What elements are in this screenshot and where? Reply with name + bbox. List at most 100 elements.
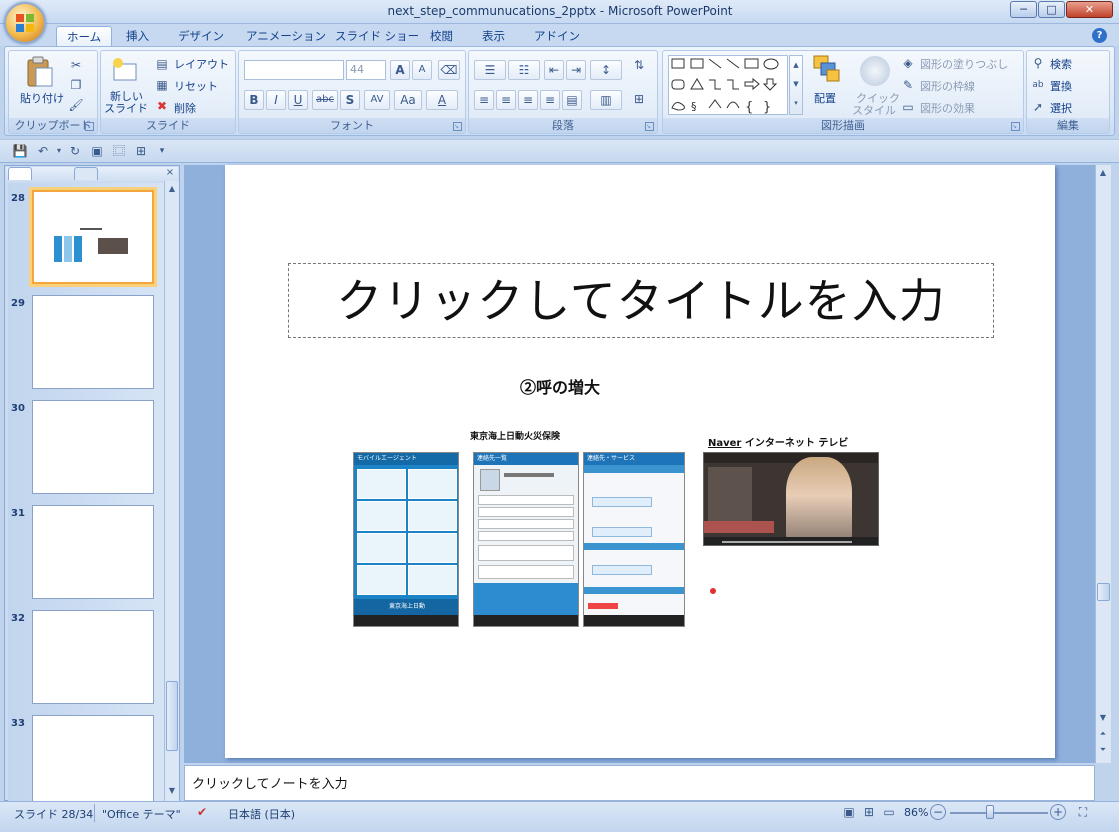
title-placeholder[interactable]: クリックしてタイトルを入力 bbox=[288, 263, 994, 338]
tab-design[interactable]: デザイン bbox=[168, 26, 234, 47]
outline-tab-icon[interactable] bbox=[74, 167, 98, 180]
cut-icon[interactable]: ✂ bbox=[68, 56, 84, 74]
zoom-in-icon[interactable]: + bbox=[1050, 804, 1066, 820]
layout-button[interactable]: レイアウト bbox=[174, 56, 229, 72]
quick-style-icon[interactable] bbox=[860, 56, 890, 86]
slide-sorter-icon[interactable]: ⊞ bbox=[860, 803, 878, 821]
zoom-slider-track[interactable] bbox=[950, 812, 1048, 814]
bullets-icon[interactable]: ☰ bbox=[474, 60, 506, 80]
theme-name[interactable]: "Office テーマ" bbox=[102, 806, 181, 822]
close-panel-icon[interactable]: × bbox=[164, 164, 176, 182]
slide-thumbnail-31[interactable] bbox=[32, 505, 154, 599]
numbering-icon[interactable]: ☷ bbox=[508, 60, 540, 80]
italic-button[interactable]: I bbox=[266, 90, 286, 110]
caption-naver-tv[interactable]: Naver インターネット テレビ bbox=[708, 434, 848, 449]
scroll-up-icon[interactable]: ▲ bbox=[165, 181, 179, 197]
columns-icon[interactable]: ▥ bbox=[590, 90, 622, 110]
spellcheck-icon[interactable]: ✔ bbox=[193, 803, 211, 821]
new-slide-icon[interactable] bbox=[110, 56, 138, 84]
dialog-launcher-icon[interactable]: ↘ bbox=[453, 122, 462, 131]
paste-icon[interactable] bbox=[24, 56, 54, 88]
caption-tokio-marine[interactable]: 東京海上日動火災保険 bbox=[470, 429, 560, 442]
shapes-gallery-scroll[interactable]: ▲ ▼ ▾ bbox=[789, 55, 803, 115]
font-name-combo[interactable] bbox=[244, 60, 344, 80]
redo-icon[interactable]: ↻ bbox=[66, 142, 84, 160]
help-icon[interactable]: ? bbox=[1092, 28, 1107, 43]
format-painter-icon[interactable]: 🖌 bbox=[68, 96, 84, 114]
clear-format-icon[interactable]: ⌫ bbox=[438, 60, 460, 80]
undo-dropdown-icon[interactable]: ▾ bbox=[54, 142, 64, 160]
align-right-icon[interactable]: ≡ bbox=[518, 90, 538, 110]
slide-subheading[interactable]: ②呼の増大 bbox=[520, 374, 630, 398]
language-indicator[interactable]: 日本語 (日本) bbox=[228, 806, 295, 822]
dialog-launcher-icon[interactable]: ↘ bbox=[1011, 122, 1020, 131]
smartart-icon[interactable]: ⊞ bbox=[626, 90, 652, 108]
paste-button[interactable]: 貼り付け bbox=[20, 90, 64, 106]
arrange-button[interactable]: 配置 bbox=[814, 90, 836, 106]
justify-icon[interactable]: ≡ bbox=[540, 90, 560, 110]
underline-button[interactable]: U bbox=[288, 90, 308, 110]
line-spacing-icon[interactable]: ↕ bbox=[590, 60, 622, 80]
normal-view-icon[interactable]: ▣ bbox=[840, 803, 858, 821]
bold-button[interactable]: B bbox=[244, 90, 264, 110]
zoom-out-icon[interactable]: − bbox=[930, 804, 946, 820]
notes-placeholder[interactable]: クリックしてノートを入力 bbox=[192, 773, 348, 792]
fit-to-window-icon[interactable]: ⛶ bbox=[1074, 803, 1092, 821]
slide-thumbnail-28[interactable] bbox=[32, 190, 154, 284]
arrange-icon[interactable] bbox=[812, 54, 842, 84]
slide-scrollbar[interactable]: ▲ ▼ ⏶ ⏷ bbox=[1095, 165, 1111, 763]
next-slide-icon[interactable]: ⏷ bbox=[1096, 742, 1110, 758]
scroll-down-icon[interactable]: ▼ bbox=[165, 783, 179, 799]
shapes-gallery[interactable]: § {} bbox=[668, 55, 788, 115]
app-screenshot-3[interactable]: 連絡先・サービス bbox=[583, 452, 685, 627]
shrink-font-button[interactable]: A bbox=[412, 60, 432, 80]
scroll-down-icon[interactable]: ▼ bbox=[1096, 710, 1110, 726]
office-button[interactable] bbox=[4, 2, 46, 44]
maximize-button[interactable]: □ bbox=[1038, 1, 1065, 18]
video-screenshot[interactable] bbox=[703, 452, 879, 546]
shape-outline-button[interactable]: 図形の枠線 bbox=[920, 78, 975, 94]
dialog-launcher-icon[interactable]: ↘ bbox=[645, 122, 654, 131]
find-button[interactable]: 検索 bbox=[1050, 56, 1072, 72]
save-icon[interactable]: 💾 bbox=[12, 142, 28, 160]
replace-button[interactable]: 置換 bbox=[1050, 78, 1072, 94]
tab-view[interactable]: 表示 bbox=[472, 26, 515, 47]
previous-slide-icon[interactable]: ⏶ bbox=[1096, 726, 1110, 742]
customize-qat-icon[interactable]: ▾ bbox=[156, 142, 168, 160]
reset-button[interactable]: リセット bbox=[174, 78, 218, 94]
group-objects-icon[interactable]: ⿴ bbox=[110, 142, 128, 160]
text-direction-icon[interactable]: ⇅ bbox=[626, 56, 652, 74]
tab-insert[interactable]: 挿入 bbox=[116, 26, 159, 47]
tab-addins[interactable]: アドイン bbox=[524, 26, 590, 47]
scroll-thumb[interactable] bbox=[166, 681, 178, 751]
app-screenshot-2[interactable]: 連絡先一覧 bbox=[473, 452, 579, 627]
tab-home[interactable]: ホーム bbox=[56, 26, 113, 47]
delete-button[interactable]: 削除 bbox=[174, 100, 196, 116]
font-size-combo[interactable]: 44 bbox=[346, 60, 386, 80]
slide-thumbnail-30[interactable] bbox=[32, 400, 154, 494]
font-color-button[interactable]: A bbox=[426, 90, 458, 110]
shape-effects-button[interactable]: 図形の効果 bbox=[920, 100, 975, 116]
zoom-level[interactable]: 86% bbox=[904, 806, 928, 819]
strikethrough-button[interactable]: abc bbox=[312, 90, 338, 110]
dialog-launcher-icon[interactable]: ↘ bbox=[85, 122, 94, 131]
change-case-button[interactable]: Aa bbox=[394, 90, 422, 110]
align-center-icon[interactable]: ≡ bbox=[496, 90, 516, 110]
quick-style-label-2[interactable]: スタイル bbox=[852, 102, 896, 118]
decrease-indent-icon[interactable]: ⇤ bbox=[544, 60, 564, 80]
thumbnail-scrollbar[interactable]: ▲ ▼ bbox=[164, 181, 179, 801]
align-left-icon[interactable]: ≡ bbox=[474, 90, 494, 110]
align-objects-icon[interactable]: ⊞ bbox=[132, 142, 150, 160]
slideshow-view-icon[interactable]: ▭ bbox=[880, 803, 898, 821]
slide-thumbnail-32[interactable] bbox=[32, 610, 154, 704]
tab-animation[interactable]: アニメーション bbox=[236, 26, 336, 47]
zoom-slider-thumb[interactable] bbox=[986, 805, 994, 819]
new-slide-label-2[interactable]: スライド bbox=[104, 100, 148, 116]
close-button[interactable]: ✕ bbox=[1066, 1, 1113, 18]
select-button[interactable]: 選択 bbox=[1050, 100, 1072, 116]
app-screenshot-1[interactable]: モバイルエージェント 東京海上日動 bbox=[353, 452, 459, 627]
tab-review[interactable]: 校閲 bbox=[420, 26, 463, 47]
shadow-button[interactable]: S bbox=[340, 90, 360, 110]
copy-icon[interactable]: ❐ bbox=[68, 76, 84, 94]
scroll-up-icon[interactable]: ▲ bbox=[1096, 165, 1110, 181]
